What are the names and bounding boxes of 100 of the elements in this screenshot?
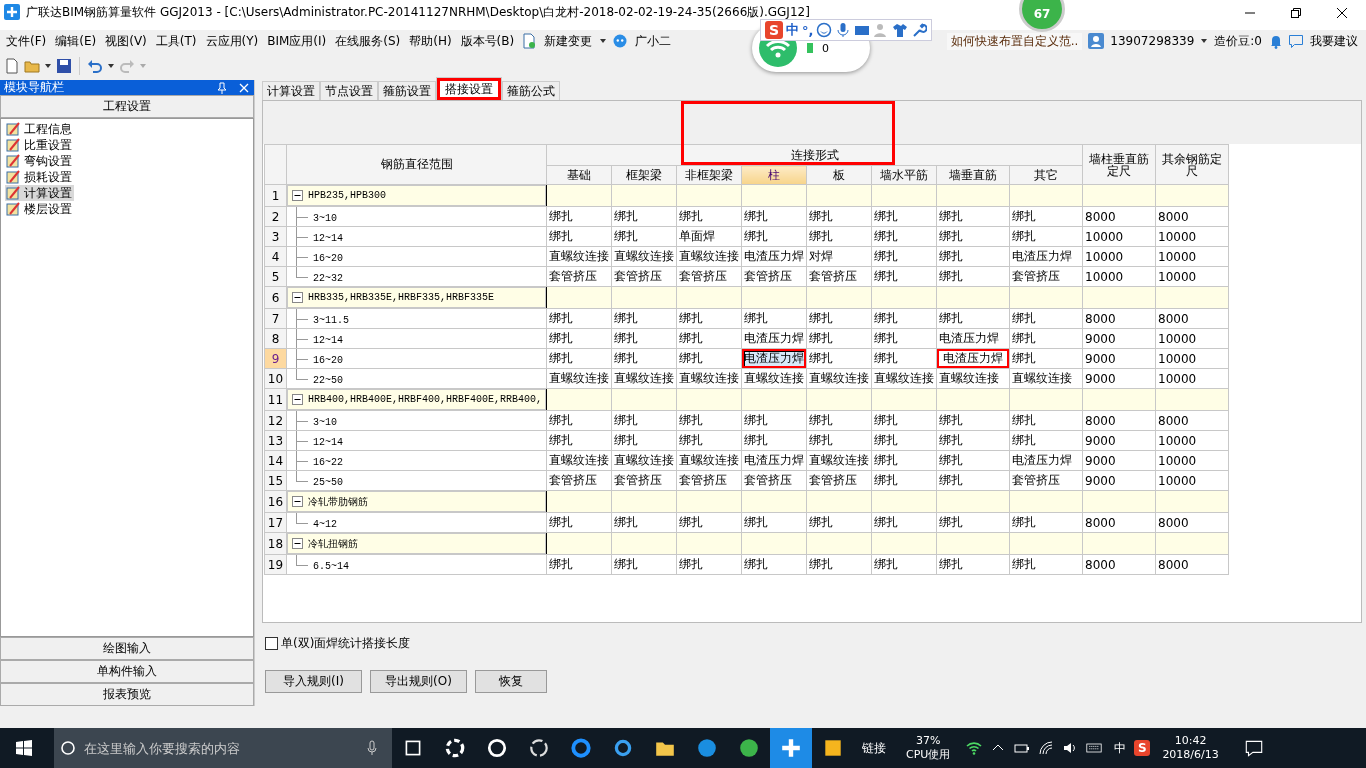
table-cell[interactable]: 绑扎 (936, 308, 1010, 329)
table-cell[interactable]: 直螺纹连接 (676, 246, 742, 267)
table-cell[interactable]: 电渣压力焊 (1009, 246, 1083, 267)
table-cell[interactable]: 套管挤压 (1009, 470, 1083, 491)
menu-item[interactable]: 文件(F) (4, 32, 49, 50)
table-cell[interactable]: 8000 (1155, 410, 1229, 431)
table-cell[interactable]: 绑扎 (611, 554, 677, 575)
table-cell[interactable]: 直螺纹连接 (611, 246, 677, 267)
table-cell[interactable]: 10000 (1155, 470, 1229, 491)
table-cell[interactable]: 绑扎 (1009, 348, 1083, 369)
table-cell[interactable]: 套管挤压 (676, 470, 742, 491)
table-cell[interactable]: 绑扎 (546, 410, 612, 431)
table-cell[interactable]: 绑扎 (936, 512, 1010, 533)
table-cell[interactable]: 绑扎 (676, 410, 742, 431)
table-cell[interactable]: 绑扎 (871, 554, 937, 575)
caret-icon[interactable] (1200, 37, 1209, 45)
tab[interactable]: 节点设置 (320, 81, 378, 100)
table-cell[interactable]: 套管挤压 (546, 266, 612, 287)
wifi-icon[interactable] (966, 740, 983, 756)
table-cell[interactable]: 直螺纹连接 (611, 368, 677, 389)
table-cell[interactable]: 绑扎 (741, 410, 807, 431)
table-cell[interactable]: 9000 (1082, 348, 1156, 369)
table-cell[interactable]: 9000 (1082, 328, 1156, 349)
table-cell[interactable]: 10000 (1155, 226, 1229, 247)
microphone-icon[interactable] (364, 740, 380, 756)
section-button[interactable]: 工程设置 (0, 95, 254, 118)
clock-date[interactable]: 2018/6/13 (1162, 748, 1219, 763)
table-cell[interactable]: 绑扎 (936, 410, 1010, 431)
table-cell[interactable]: 电渣压力焊 (936, 328, 1010, 349)
table-cell[interactable]: 绑扎 (676, 308, 742, 329)
notice-link[interactable]: 如何快速布置自定义范.. (946, 32, 1083, 50)
table-cell[interactable]: 绑扎 (741, 226, 807, 247)
table-cell[interactable]: 绑扎 (806, 308, 872, 329)
menu-item[interactable]: 新建变更 (542, 32, 595, 50)
shirt-icon[interactable] (892, 22, 909, 38)
menu-item[interactable]: 广小二 (633, 32, 674, 50)
table-cell[interactable]: 绑扎 (806, 226, 872, 247)
table-cell[interactable]: 绑扎 (741, 206, 807, 227)
table-cell[interactable]: 直螺纹连接 (546, 450, 612, 471)
table-cell[interactable]: 绑扎 (871, 450, 937, 471)
restore-icon[interactable] (1290, 7, 1302, 19)
table-cell[interactable]: 9000 (1082, 450, 1156, 471)
table-cell[interactable]: 直螺纹连接 (936, 368, 1010, 389)
table-cell[interactable]: 绑扎 (1009, 554, 1083, 575)
collapse-button[interactable] (292, 394, 303, 405)
table-cell[interactable]: 对焊 (806, 246, 872, 267)
table-cell[interactable]: 绑扎 (806, 512, 872, 533)
table-cell[interactable]: 绑扎 (546, 226, 612, 247)
table-cell[interactable]: 绑扎 (546, 328, 612, 349)
table-cell[interactable]: 10000 (1155, 266, 1229, 287)
table-cell[interactable]: 10000 (1082, 226, 1156, 247)
table-cell[interactable]: 单面焊 (676, 226, 742, 247)
table-cell[interactable]: 套管挤压 (741, 470, 807, 491)
table-cell[interactable]: 绑扎 (1009, 410, 1083, 431)
table-cell[interactable]: 绑扎 (871, 246, 937, 267)
table-cell[interactable]: 绑扎 (871, 348, 937, 369)
table-cell[interactable]: 绑扎 (546, 206, 612, 227)
table-cell[interactable]: 绑扎 (806, 348, 872, 369)
table-cell[interactable]: 绑扎 (741, 430, 807, 451)
table-cell[interactable]: 10000 (1155, 368, 1229, 389)
table-cell[interactable]: 8000 (1082, 554, 1156, 575)
action-button[interactable]: 导入规则(I) (265, 670, 362, 693)
table-cell[interactable]: 8000 (1155, 512, 1229, 533)
table-cell[interactable]: 直螺纹连接 (1009, 368, 1083, 389)
table-cell[interactable]: 绑扎 (611, 512, 677, 533)
table-cell[interactable]: 套管挤压 (806, 470, 872, 491)
collapse-button[interactable] (292, 292, 303, 303)
table-cell[interactable]: 绑扎 (1009, 226, 1083, 247)
menu-item[interactable]: 工具(T) (153, 32, 199, 50)
table-cell[interactable]: 绑扎 (741, 512, 807, 533)
table-cell[interactable]: 绑扎 (936, 470, 1010, 491)
table-cell[interactable]: 10000 (1155, 450, 1229, 471)
table-cell[interactable]: 直螺纹连接 (546, 368, 612, 389)
nav-item[interactable]: 损耗设置 (5, 169, 74, 185)
menu-item[interactable]: 云应用(Y) (203, 32, 261, 50)
save-icon[interactable] (56, 58, 72, 74)
table-cell[interactable]: 电渣压力焊 (936, 348, 1010, 369)
table-cell[interactable]: 直螺纹连接 (741, 368, 807, 389)
table-cell[interactable]: 绑扎 (871, 308, 937, 329)
table-cell[interactable]: 套管挤压 (611, 266, 677, 287)
table-cell[interactable]: 绑扎 (546, 308, 612, 329)
table-cell[interactable]: 绑扎 (676, 512, 742, 533)
table-cell[interactable]: 9000 (1082, 470, 1156, 491)
smiley-icon[interactable] (816, 22, 833, 38)
collapse-button[interactable] (292, 538, 303, 549)
nav-item[interactable]: 比重设置 (5, 137, 74, 153)
table-cell[interactable]: 10000 (1155, 246, 1229, 267)
nav-item[interactable]: 弯钩设置 (5, 153, 74, 169)
table-cell[interactable]: 绑扎 (611, 308, 677, 329)
ime-logo[interactable]: S (765, 21, 783, 39)
table-cell[interactable]: 绑扎 (806, 410, 872, 431)
table-cell[interactable]: 9000 (1082, 368, 1156, 389)
table-cell[interactable]: 电渣压力焊 (1009, 450, 1083, 471)
menu-item[interactable]: 在线服务(S) (333, 32, 403, 50)
tab[interactable]: 箍筋设置 (378, 81, 436, 100)
table-cell[interactable]: 绑扎 (546, 348, 612, 369)
table-cell[interactable]: 绑扎 (871, 266, 937, 287)
table-cell[interactable]: 绑扎 (936, 266, 1010, 287)
table-cell[interactable]: 绑扎 (1009, 430, 1083, 451)
table-cell[interactable]: 套管挤压 (546, 470, 612, 491)
